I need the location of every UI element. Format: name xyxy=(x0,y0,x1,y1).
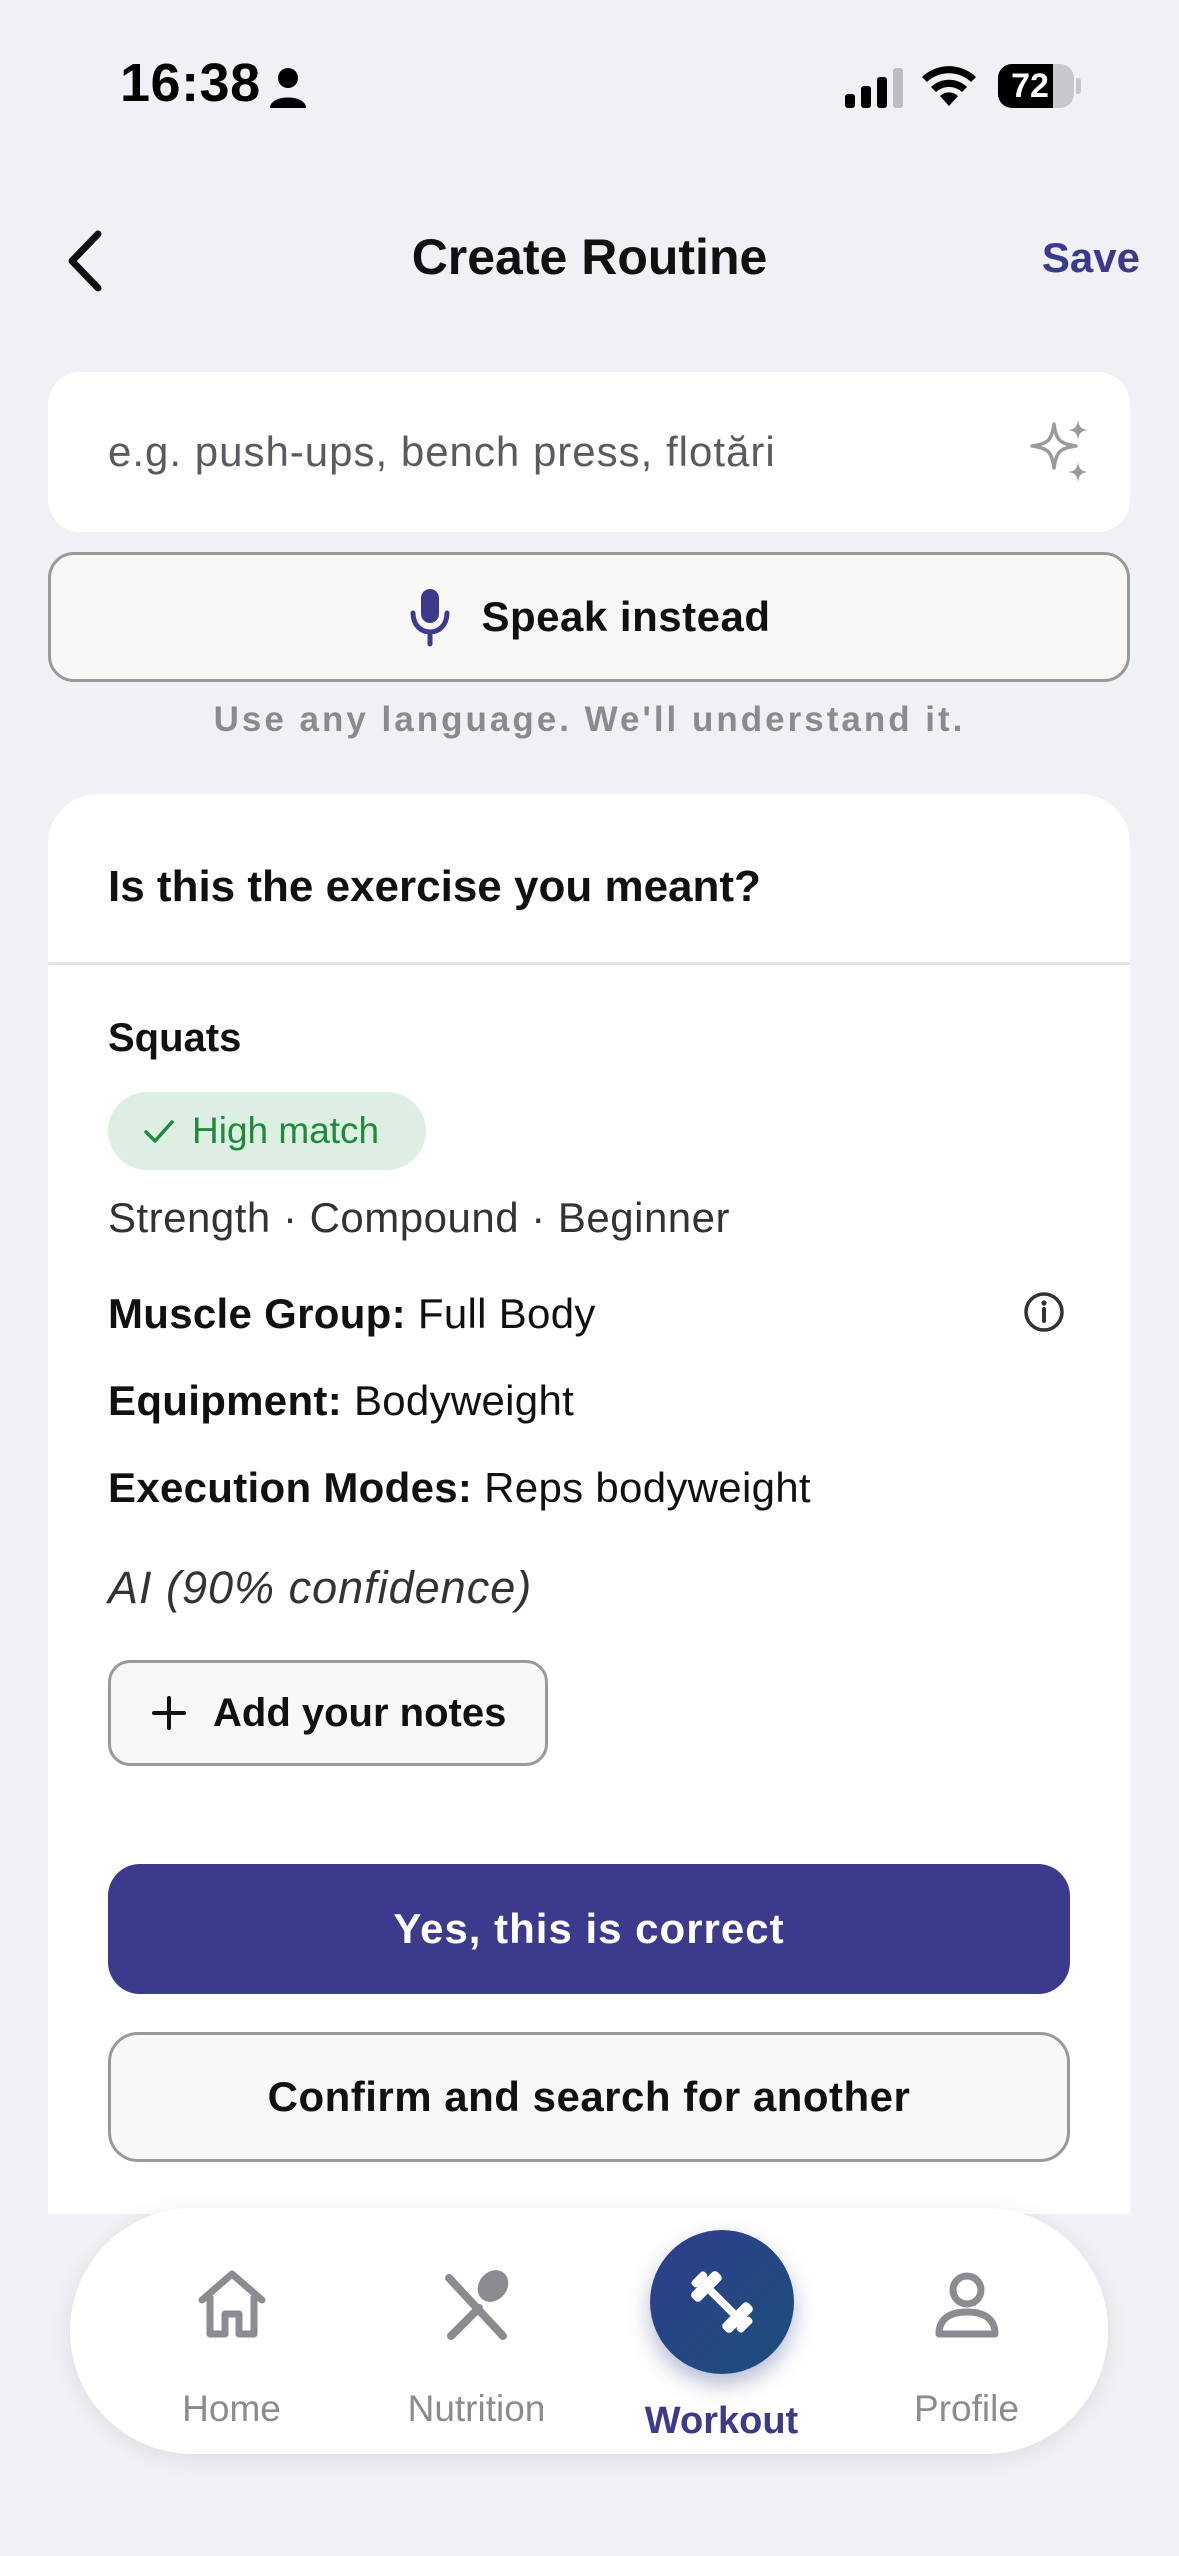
match-badge-label: High match xyxy=(192,1110,380,1151)
tab-home-label: Home xyxy=(182,2388,281,2429)
workout-active-indicator xyxy=(649,2230,794,2374)
muscle-group-row: Muscle Group: Full Body xyxy=(108,1290,596,1338)
exercise-name: Squats xyxy=(108,1016,242,1060)
status-time: 16:38 xyxy=(120,53,261,113)
speak-instead-button[interactable]: Speak instead xyxy=(48,552,1130,682)
tab-nutrition-label: Nutrition xyxy=(407,2388,546,2429)
divider xyxy=(48,962,1130,965)
nutrition-icon xyxy=(444,2270,508,2340)
card-question: Is this the exercise you meant? xyxy=(108,862,761,911)
tab-workout-label: Workout xyxy=(644,2400,799,2442)
execution-modes-row: Execution Modes: Reps bodyweight xyxy=(108,1464,811,1512)
tab-nutrition[interactable]: Nutrition xyxy=(354,2208,599,2454)
check-icon xyxy=(144,1120,174,1143)
add-notes-label: Add your notes xyxy=(213,1690,507,1735)
exercise-suggestion-card: Is this the exercise you meant? Squats H… xyxy=(48,794,1130,2214)
battery-percent: 72 xyxy=(1011,67,1049,105)
exercise-search-box xyxy=(48,372,1130,532)
exercise-meta: Strength · Compound · Beginner xyxy=(108,1194,731,1241)
match-badge: High match xyxy=(108,1092,426,1170)
equipment-value: Bodyweight xyxy=(341,1377,575,1424)
tab-profile[interactable]: Profile xyxy=(844,2208,1089,2454)
tab-profile-label: Profile xyxy=(914,2388,1019,2429)
tab-workout[interactable]: Workout xyxy=(599,2208,844,2454)
equipment-row: Equipment: Bodyweight xyxy=(108,1377,574,1425)
wifi-icon xyxy=(922,66,976,106)
battery-indicator: 72 xyxy=(998,64,1081,108)
equipment-label: Equipment: xyxy=(108,1377,342,1424)
execution-modes-value: Reps bodyweight xyxy=(472,1464,811,1511)
tab-home[interactable]: Home xyxy=(109,2208,354,2454)
save-button[interactable]: Save xyxy=(1000,234,1140,282)
info-icon[interactable] xyxy=(1022,1290,1066,1334)
confirm-and-search-another-button[interactable]: Confirm and search for another xyxy=(108,2032,1070,2162)
home-icon xyxy=(198,2270,265,2338)
speak-instead-label: Speak instead xyxy=(481,593,771,640)
cellular-signal-icon xyxy=(845,68,903,108)
language-helper-text: Use any language. We'll understand it. xyxy=(213,700,966,739)
profile-icon xyxy=(935,2272,998,2338)
sparkle-icon[interactable] xyxy=(1024,416,1096,488)
confirm-exercise-button[interactable]: Yes, this is correct xyxy=(108,1864,1070,1994)
add-notes-button[interactable]: Add your notes xyxy=(108,1660,548,1766)
ai-confidence: AI (90% confidence) xyxy=(108,1562,533,1613)
dumbbell-icon xyxy=(690,2271,753,2333)
muscle-group-label: Muscle Group: xyxy=(108,1290,406,1337)
bottom-tab-bar: Home Nutrition Workout Profile xyxy=(70,2208,1108,2454)
muscle-group-value: Full Body xyxy=(405,1290,596,1337)
execution-modes-label: Execution Modes: xyxy=(108,1464,473,1511)
plus-icon xyxy=(152,1696,186,1730)
exercise-search-input[interactable] xyxy=(108,412,1008,492)
person-icon xyxy=(270,68,306,108)
microphone-icon xyxy=(410,589,450,647)
